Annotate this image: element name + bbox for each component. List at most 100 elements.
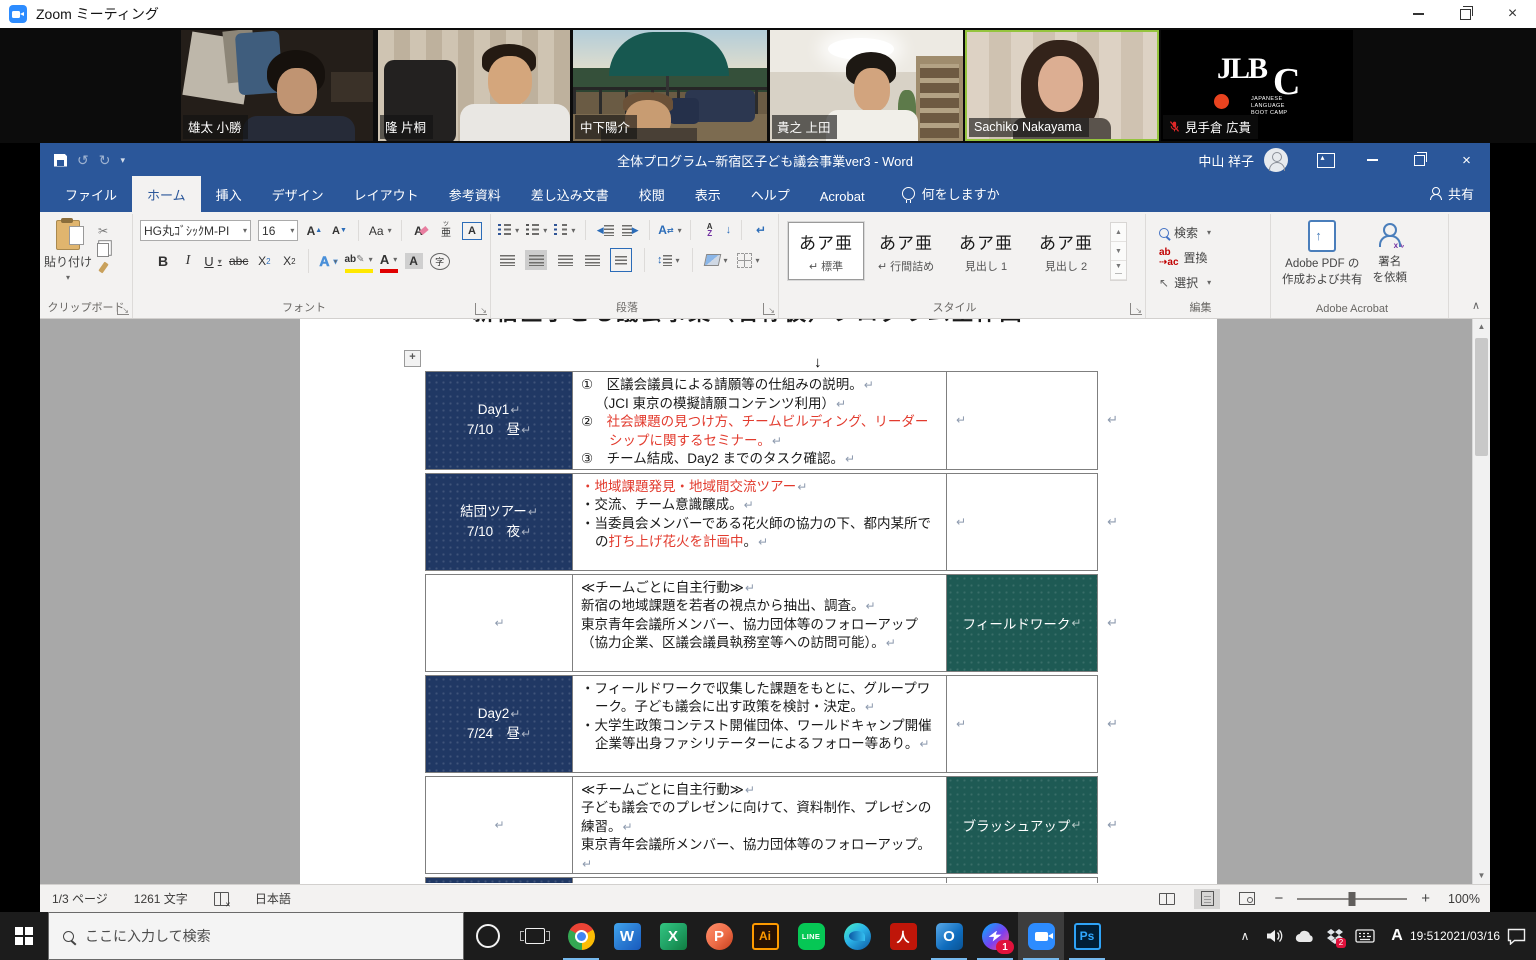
decrease-indent-icon[interactable]: ◀ [596,220,614,240]
account-name[interactable]: 中山 祥子 [1198,151,1254,170]
dropbox-button[interactable]: 2 [1320,912,1350,960]
proofing-icon[interactable] [214,892,229,906]
taskbar-task-view-button[interactable] [512,912,558,960]
scroll-down-icon[interactable]: ▼ [1473,868,1490,884]
onedrive-button[interactable] [1290,912,1320,960]
shading-icon[interactable]: ▾ [705,250,728,270]
bullets-icon[interactable]: ▾ [498,220,519,240]
zoom-maximize-button[interactable] [1442,0,1489,28]
save-icon[interactable] [54,154,67,167]
taskbar-word-button[interactable]: W [604,912,650,960]
show-marks-icon[interactable]: ↵ [752,220,770,240]
asian-layout-icon[interactable]: A⇄▾ [660,220,680,240]
table-move-handle[interactable]: + [404,350,421,367]
participant-tile[interactable]: 中下陽介 [573,30,767,141]
read-mode-button[interactable] [1154,889,1180,909]
taskbar-acrobat-button[interactable]: 人 [880,912,926,960]
strikethrough-icon[interactable]: abc [229,251,248,271]
ribbon-tab-5[interactable]: 参考資料 [434,176,516,212]
styles-scroll-down-icon[interactable]: ▼ [1111,242,1126,261]
collapse-ribbon-icon[interactable]: ∧ [1472,299,1480,312]
volume-button[interactable] [1260,912,1290,960]
taskbar-messenger-button[interactable]: 1 [972,912,1018,960]
multilevel-list-icon[interactable]: ▾ [554,220,575,240]
participant-tile[interactable]: JLB C JAPANESE LANGUAGE BOOT CAMP 見手倉 広貴 [1161,30,1353,141]
styles-gallery-more-icon[interactable]: ▼— [1111,261,1126,280]
zoom-level[interactable]: 100% [1444,892,1480,906]
account-avatar[interactable] [1264,148,1288,172]
style-item-3[interactable]: あア亜見出し 2 [1028,222,1104,280]
ribbon-tab-10[interactable]: Acrobat [805,180,880,212]
ime-mode-button[interactable]: A [1380,912,1414,960]
cortana-button[interactable] [464,912,512,960]
print-layout-button[interactable] [1194,889,1220,909]
ribbon-tab-7[interactable]: 校閲 [624,176,680,212]
bold-icon[interactable]: B [154,251,172,271]
ribbon-tab-1[interactable]: ホーム [132,176,201,212]
qat-customize-icon[interactable]: ▾ [120,155,125,166]
line-spacing-icon[interactable]: ↕▾ [657,250,680,270]
tell-me-box[interactable]: 何をしますか [902,184,1000,212]
text-effects-icon[interactable]: A▾ [319,251,337,271]
styles-scroll-up-icon[interactable]: ▲ [1111,223,1126,242]
paste-button[interactable]: 貼り付け ▾ [44,220,92,282]
tray-show-hidden-icons-button[interactable]: ∧ [1230,912,1260,960]
ribbon-tab-9[interactable]: ヘルプ [736,176,805,212]
select-button[interactable]: ↖選択▾ [1159,273,1270,292]
taskbar-line-button[interactable]: LINE [788,912,834,960]
subscript-icon[interactable]: X2 [255,251,273,271]
taskbar-photoshop-button[interactable]: Ps [1064,912,1110,960]
share-button[interactable]: 共有 [1429,184,1490,212]
document-page[interactable]: 新宿区子ども議会事業（名称仮）プログラム全体図↵ + ↓ Day1↵7/10 昼… [300,319,1217,884]
participant-tile[interactable]: 貴之 上田 [770,30,963,141]
ribbon-tab-0[interactable]: ファイル [50,176,132,212]
taskbar-outlook-button[interactable]: O [926,912,972,960]
document-area[interactable]: 新宿区子ども議会事業（名称仮）プログラム全体図↵ + ↓ Day1↵7/10 昼… [40,319,1490,884]
scrollbar-thumb[interactable] [1475,338,1488,456]
ribbon-tab-4[interactable]: レイアウト [339,176,434,212]
font-dialog-launcher[interactable]: ↘ [475,303,487,315]
italic-icon[interactable]: I [179,251,197,271]
format-painter-icon[interactable] [98,262,108,274]
shrink-font-icon[interactable]: A▼ [330,221,348,241]
language-indicator[interactable]: 日本語 [255,890,291,907]
underline-icon[interactable]: U▾ [204,251,222,271]
taskbar-search-input[interactable]: ここに入力して検索 [48,912,464,960]
numbering-icon[interactable]: ▾ [526,220,547,240]
undo-icon[interactable]: ↺ [77,153,89,167]
vertical-scrollbar[interactable]: ▲ ▼ [1472,319,1490,884]
enclose-characters-icon[interactable]: A [462,222,482,240]
font-name-select[interactable]: HG丸ｺﾞｼｯｸM-PI▾ [140,220,251,241]
copy-icon[interactable] [97,243,109,257]
distribute-icon[interactable] [610,248,632,272]
start-button[interactable] [0,912,48,960]
zoom-out-button[interactable]: − [1274,891,1283,906]
zoom-slider[interactable] [1297,898,1407,900]
ribbon-display-options-button[interactable] [1302,143,1349,177]
paragraph-dialog-launcher[interactable]: ↘ [763,303,775,315]
web-layout-button[interactable] [1234,889,1260,909]
taskbar-excel-button[interactable]: X [650,912,696,960]
styles-dialog-launcher[interactable]: ↘ [1130,303,1142,315]
font-color-icon[interactable]: A▾ [380,249,398,273]
ribbon-tab-2[interactable]: 挿入 [201,176,257,212]
style-item-1[interactable]: あア亜↵ 行間詰め [868,222,944,280]
align-right-icon[interactable] [556,250,574,270]
ribbon-tab-8[interactable]: 表示 [680,176,736,212]
action-center-button[interactable] [1496,912,1536,960]
participant-tile[interactable]: 隆 片桐 [378,30,570,141]
taskbar-illustrator-button[interactable]: Ai [742,912,788,960]
highlight-icon[interactable]: ab✎▾ [345,249,373,273]
enclose-circle-icon[interactable]: 字 [430,253,450,270]
word-close-button[interactable]: × [1443,143,1490,177]
clear-formatting-icon[interactable]: A [412,221,430,241]
character-shading-icon[interactable]: A [405,253,423,269]
taskbar-zoom-button[interactable] [1018,912,1064,960]
styles-gallery-scrollbar[interactable]: ▲ ▼ ▼— [1110,222,1127,281]
ribbon-tab-3[interactable]: デザイン [257,176,339,212]
align-center-icon[interactable] [525,250,547,270]
request-signatures-button[interactable]: x∿ 署名を依頼 [1373,220,1408,287]
create-pdf-button[interactable]: Adobe PDF の作成および共有 [1282,220,1363,287]
word-minimize-button[interactable] [1349,143,1396,177]
sort-icon[interactable]: AZ [701,220,719,240]
